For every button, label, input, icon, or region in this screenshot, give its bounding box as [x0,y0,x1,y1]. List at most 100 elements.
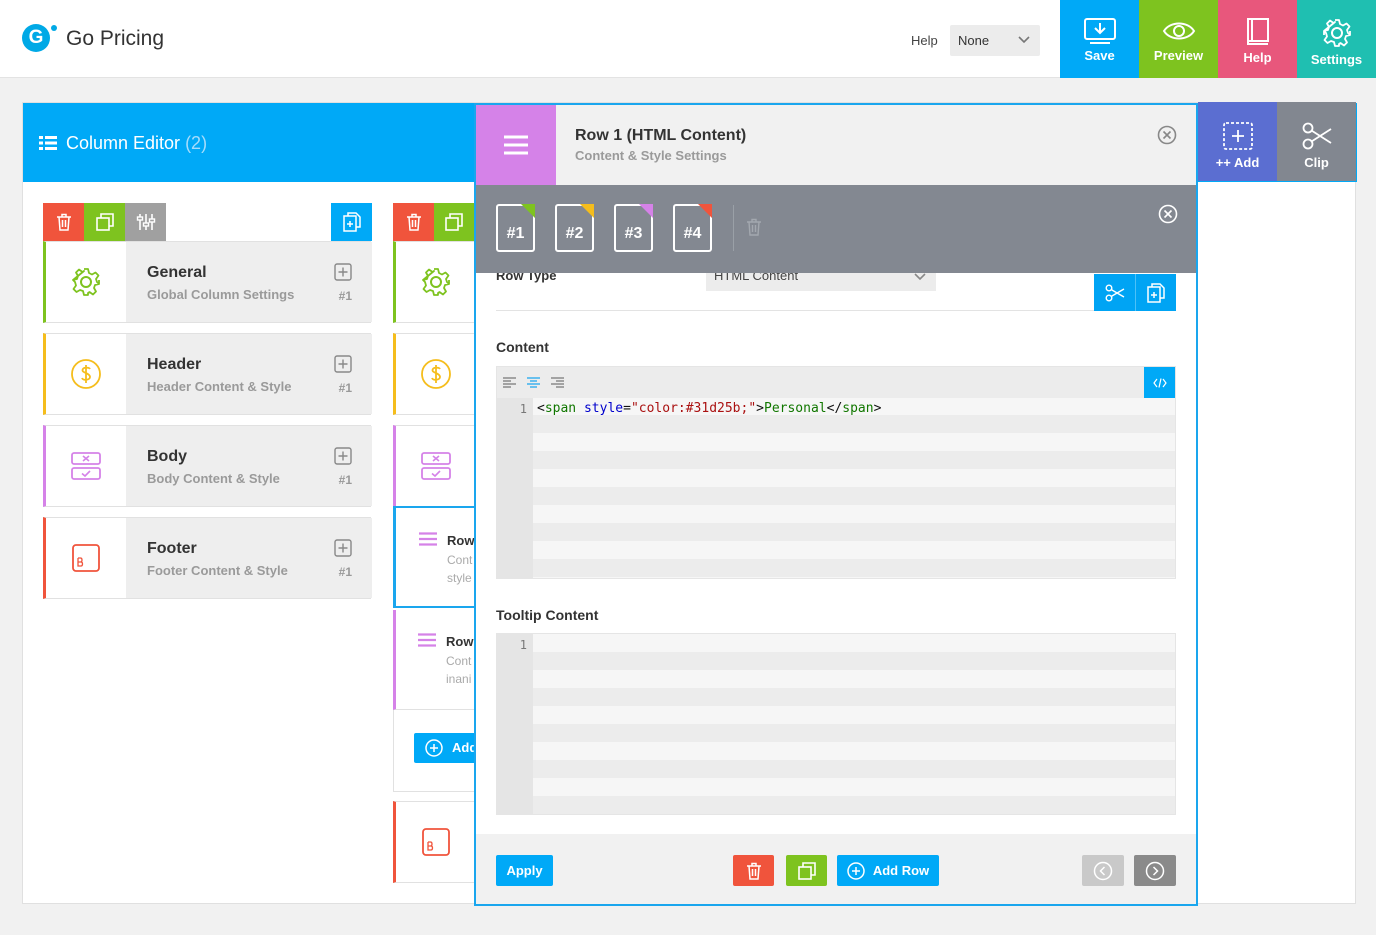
column-count: (2) [185,133,208,153]
row-tab-4[interactable]: #4 [673,204,712,252]
content-label: Content [496,339,549,355]
body-row-1[interactable]: Row Cont style [393,506,475,608]
general-text: General Global Column Settings #1 [126,242,372,322]
header-card[interactable]: Header Header Content & Style #1 [43,333,372,415]
footer-icon-box [46,518,126,598]
footer-text: Footer Footer Content & Style #1 [126,518,372,598]
header-num: #1 [338,381,352,395]
line-gutter [497,398,533,578]
code-stripe [533,415,1175,433]
clip-button[interactable]: Clip [1277,102,1356,181]
row-line2: style [447,571,472,585]
code-token: "color:#31d25b;" [630,401,757,416]
column-sliders-button[interactable] [125,203,166,241]
general-icon-box [46,242,126,322]
preview-button[interactable]: Preview [1139,0,1218,78]
add-column-button[interactable]: ++ Add [1198,102,1277,181]
body-row-2[interactable]: Row Cont inani [393,610,475,710]
modal-header-icon-box [476,105,556,185]
delete-row-button[interactable] [733,855,774,886]
plus-square-icon[interactable] [334,263,352,281]
save-button[interactable]: Save [1060,0,1139,78]
footer-card[interactable]: Footer Footer Content & Style #1 [43,517,372,599]
cut-row-button[interactable] [1094,274,1135,311]
plus-square-icon[interactable] [334,447,352,465]
body-rows-icon [71,452,101,480]
scissors-icon [1302,122,1331,150]
apply-button[interactable]: Apply [496,855,553,886]
general-icon-box [396,242,474,322]
tooltip-editor[interactable]: 1 [496,633,1176,815]
next-row-button[interactable] [1134,855,1176,886]
line-number: 1 [519,638,527,652]
clone-column-button[interactable] [84,203,125,241]
row-title: Row [447,533,475,548]
row-line2: inani [446,672,472,686]
trash-icon[interactable] [746,218,762,236]
line-gutter [497,634,533,814]
general-card[interactable]: General Global Column Settings #1 [43,241,372,323]
apply-label: Apply [506,863,543,878]
modal-header: Row 1 (HTML Content) Content & Style Set… [476,105,1196,185]
header-title: Header [147,356,202,373]
close-icon[interactable] [1158,204,1178,224]
close-icon[interactable] [1157,125,1177,145]
content-editor[interactable]: 1 <span style="color:#31d25b;">Personal<… [496,366,1176,579]
body-card[interactable]: Body Body Content & Style #1 [43,425,372,507]
row-title: Row [446,634,474,649]
code-token: </ [826,401,843,416]
help-select-label: Help [911,33,938,48]
general-num: #1 [338,289,352,303]
align-left-icon[interactable] [503,377,516,388]
eye-icon [1162,22,1195,40]
book-icon [1246,18,1269,45]
code-line[interactable]: <span style="color:#31d25b;">Personal</s… [537,401,881,416]
chevron-down-icon [1018,36,1030,44]
code-stripe [533,652,1175,670]
app-title: Go Pricing [66,27,165,50]
modal-title: Row 1 (HTML Content) [575,127,747,144]
clone-column-button[interactable] [434,203,474,241]
add-row-button[interactable]: Add [414,733,475,763]
copy-column-button[interactable] [331,203,372,241]
footer-card[interactable] [393,801,475,883]
row-line1: Cont [447,553,473,567]
clip-label: Clip [1304,155,1329,170]
delete-column-button[interactable] [393,203,434,241]
plus-square-icon[interactable] [334,355,352,373]
row-tab-3[interactable]: #3 [614,204,653,252]
help-button[interactable]: Help [1218,0,1297,78]
footer-icon-box [396,802,474,882]
code-token: > [873,401,882,416]
row-tab-1[interactable]: #1 [496,204,535,252]
clone-row-button[interactable] [786,855,827,886]
general-card[interactable] [393,241,475,323]
gear-icon [1322,19,1351,47]
align-right-icon[interactable] [551,377,564,388]
body-card[interactable] [393,425,475,507]
settings-button[interactable]: Settings [1297,0,1376,78]
trash-icon [406,213,421,231]
column-editor-title-text: Column Editor [66,133,181,153]
code-view-button[interactable] [1144,367,1175,398]
add-row-label: Add Row [872,863,930,878]
copy-row-button[interactable] [1135,274,1176,311]
save-label: Save [1084,48,1115,63]
body-text: Body Body Content & Style #1 [126,426,372,506]
add-row-button[interactable]: Add Row [837,855,939,886]
add-icon [1222,122,1253,150]
clone-icon [95,213,114,231]
prev-row-button[interactable] [1082,855,1124,886]
help-select[interactable]: None [950,25,1040,56]
plus-circle-icon [847,861,865,880]
align-center-icon[interactable] [527,377,540,388]
row-tab-2[interactable]: #2 [555,204,594,252]
copy-icon [1147,282,1165,303]
header-card[interactable] [393,333,475,415]
copy-icon [342,212,361,232]
body-icon-box [396,426,474,506]
delete-column-button[interactable] [43,203,84,241]
plus-square-icon[interactable] [334,539,352,557]
clone-icon [797,861,816,880]
body-icon-box [46,426,126,506]
